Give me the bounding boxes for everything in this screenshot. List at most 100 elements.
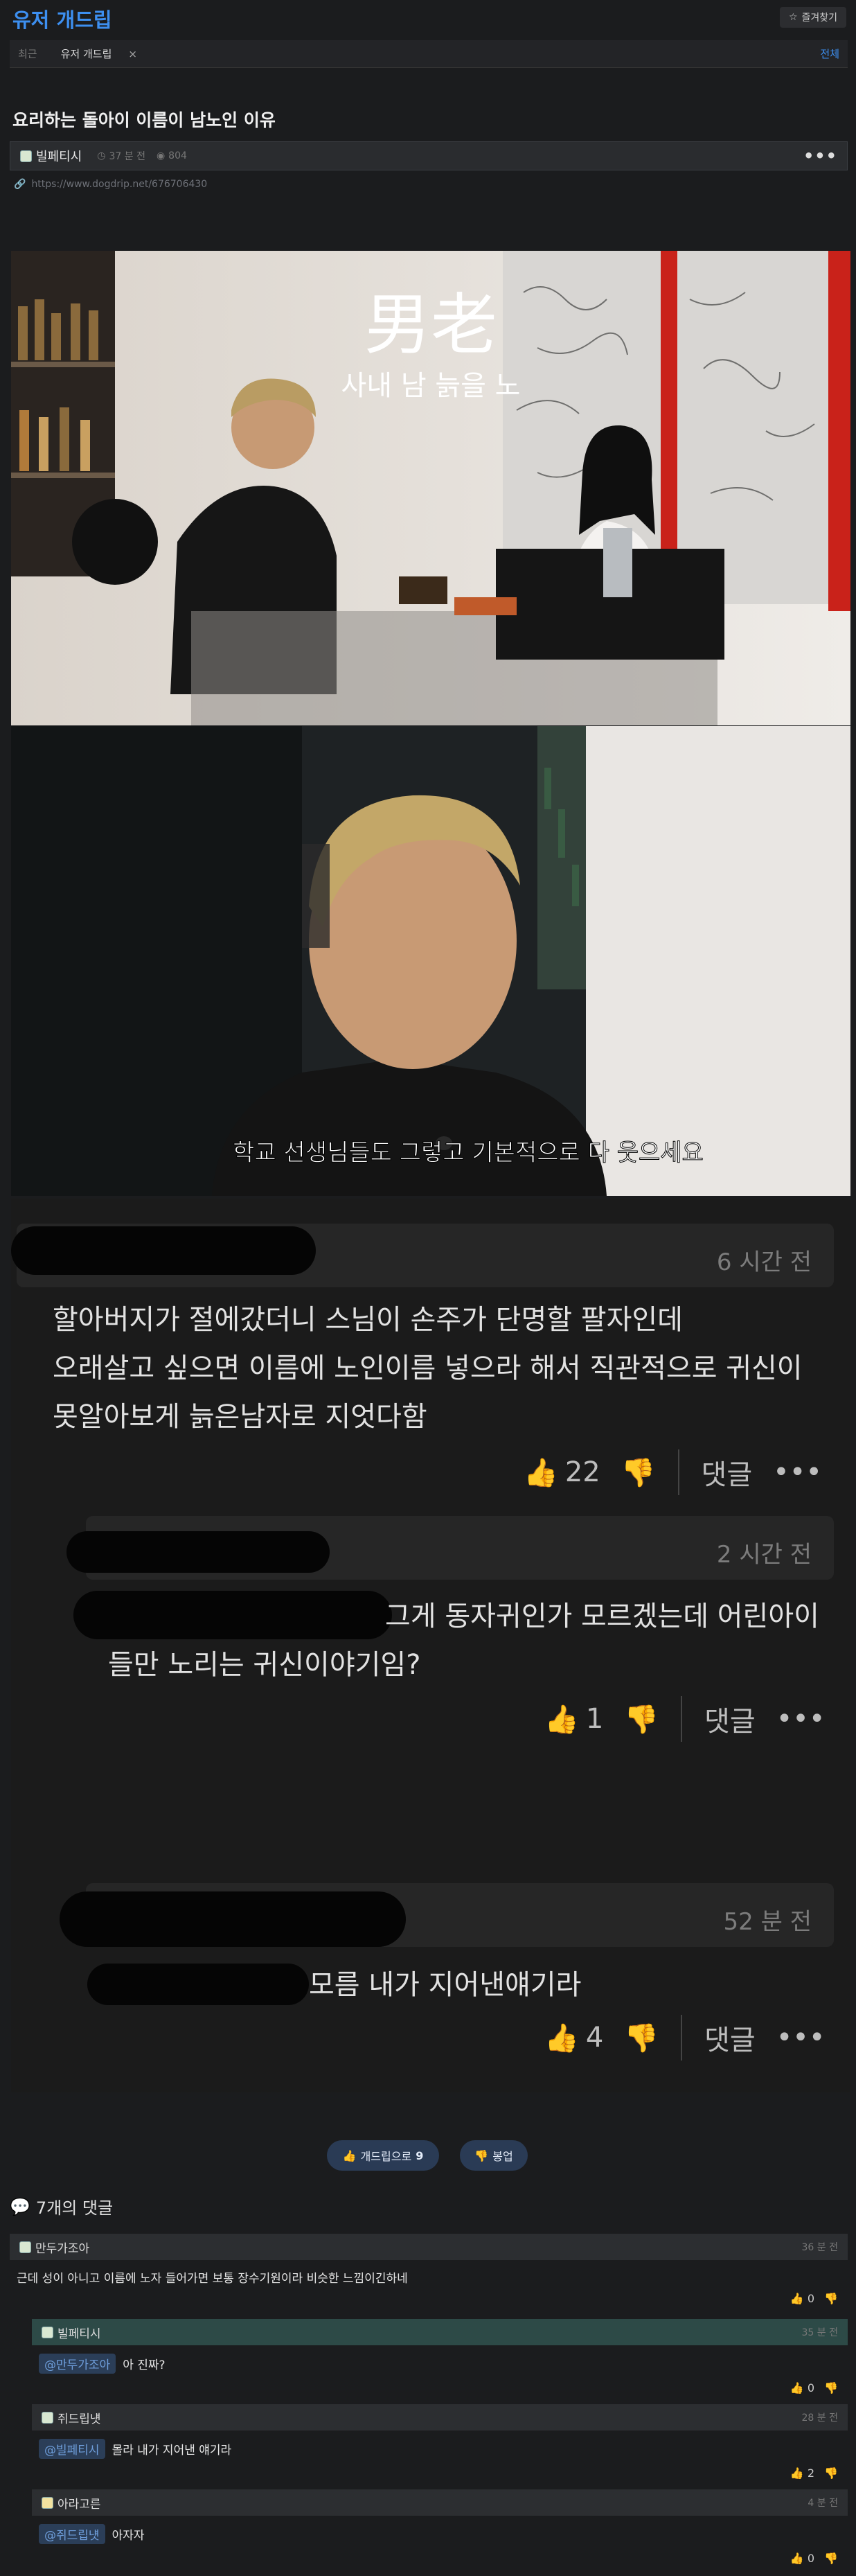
post-link[interactable]: 🔗 https://www.dogdrip.net/676706430 — [14, 179, 207, 190]
more-icon: ••• — [776, 2022, 826, 2054]
like-count: 0 — [807, 2552, 815, 2565]
report-label: 봉업 — [492, 2150, 513, 2163]
more-icon: ••• — [776, 1703, 826, 1735]
comments-header: 💬 7개의 댓글 — [10, 2194, 113, 2218]
comment-reply: 아라고른 4 분 전 @쥐드립냿 아자자 👍 0 👎 — [32, 2489, 848, 2565]
thumbs-up-icon[interactable]: 👍 2 — [790, 2467, 814, 2480]
thumbs-down-icon[interactable]: 👎 — [824, 2552, 838, 2565]
redaction-scribble — [11, 1226, 316, 1275]
level-icon — [42, 2326, 53, 2338]
comment-author[interactable]: 쥐드립냿 — [57, 2409, 101, 2426]
clock-icon: ◷ — [97, 150, 106, 161]
comments-count: 7개의 댓글 — [35, 2198, 114, 2218]
dogdrip-vote-button[interactable]: 👍 개드립으로 9 — [327, 2140, 439, 2171]
comment-mention[interactable]: @빌페티시 — [39, 2439, 105, 2459]
thumbs-down-icon: 👎 — [624, 1703, 659, 1736]
comment-text: 아자자 — [112, 2529, 145, 2543]
redaction-scribble — [73, 1591, 392, 1639]
redaction-scribble — [60, 1891, 406, 1947]
shot-comment-text: 모름 내가 지어낸얘기라 — [309, 1961, 581, 2009]
comment-vote: 👍 0 👎 — [790, 2292, 838, 2305]
post-meta-bar: 빌페티시 ◷ 37 분 전 ◉ 804 ••• — [10, 141, 848, 170]
thumbs-down-icon[interactable]: 👎 — [824, 2381, 838, 2394]
link-icon: 🔗 — [14, 179, 26, 190]
shot-comment-actions: 👍 1 👎 댓글 ••• — [544, 1696, 825, 1742]
comment-body: @빌페티시 몰라 내가 지어낸 얘기라 — [32, 2431, 848, 2467]
redaction-scribble — [87, 1964, 309, 2005]
shot-comment-line: 못알아보게 늙은남자로 지엇다함 — [53, 1401, 427, 1433]
speech-bubble-icon: 💬 — [10, 2196, 30, 2216]
like-count: 1 — [585, 1703, 604, 1735]
reply-label: 댓글 — [704, 1706, 756, 1738]
recent-bar: 최근 유저 개드립 × 전체 — [10, 40, 848, 68]
like-count: 2 — [807, 2467, 815, 2480]
hanja-caption: 사내 남 늙을 노 — [341, 370, 521, 402]
recent-all-link[interactable]: 전체 — [820, 46, 839, 61]
hanja-text: 男老 — [364, 286, 497, 364]
post-author[interactable]: 빌페티시 — [20, 147, 82, 165]
thumbs-down-icon[interactable]: 👎 — [824, 2292, 838, 2305]
comment-text: 근데 성이 아니고 이름에 노자 들어가면 보통 장수기원이라 비슷한 느낌이긴… — [17, 2272, 408, 2286]
comment-author[interactable]: 아라고른 — [57, 2494, 101, 2512]
like-count: 0 — [807, 2381, 815, 2394]
like-count: 22 — [564, 1456, 600, 1488]
shot-comment-text: 할아버지가 절에갔더니 스님이 손주가 단명할 팔자인데 오래살고 싶으면 이름… — [53, 1296, 803, 1441]
post-views-count: 804 — [168, 150, 187, 161]
dogdrip-label: 개드립으로 — [360, 2150, 412, 2163]
level-icon — [42, 2411, 53, 2424]
shot-comment-actions: 👍 4 👎 댓글 ••• — [544, 2015, 825, 2061]
comment-body: 근데 성이 아니고 이름에 노자 들어가면 보통 장수기원이라 비슷한 느낌이긴… — [10, 2260, 848, 2294]
thumbs-up-icon: 👍 — [342, 2149, 357, 2162]
level-icon — [42, 2496, 53, 2509]
closeup-scene: 학교 선생님들도 그렇고 기본적으로 다 웃으세요 — [11, 726, 850, 1196]
bookmark-button[interactable]: ☆ 즐겨찾기 — [780, 7, 846, 28]
recent-chip[interactable]: 유저 개드립 — [61, 46, 112, 61]
star-icon: ☆ — [788, 12, 798, 23]
comment-time: 28 분 전 — [801, 2412, 838, 2424]
comment-author[interactable]: 만두가조아 — [35, 2239, 89, 2256]
shot-comment-time: 6 시간 전 — [716, 1249, 812, 1276]
comment-header: 만두가조아 36 분 전 — [10, 2234, 848, 2260]
comment-header: 쥐드립냿 28 분 전 — [32, 2404, 848, 2431]
like-count: 0 — [807, 2292, 815, 2305]
thumbs-up-icon[interactable]: 👍 0 — [790, 2381, 814, 2394]
comment-mention[interactable]: @쥐드립냿 — [39, 2524, 105, 2544]
dogdrip-count: 9 — [416, 2149, 424, 2162]
thumbs-down-icon: 👎 — [621, 1456, 656, 1489]
post-image-2: 학교 선생님들도 그렇고 기본적으로 다 웃으세요 — [11, 726, 850, 1196]
comment-mention[interactable]: @만두가조아 — [39, 2354, 116, 2374]
close-icon[interactable]: × — [128, 48, 137, 60]
comment-author[interactable]: 빌페티시 — [57, 2324, 101, 2341]
comment-text: 아 진짜? — [123, 2358, 166, 2372]
comment-text: 몰라 내가 지어낸 얘기라 — [112, 2444, 232, 2458]
thumbs-up-icon[interactable]: 👍 0 — [790, 2292, 814, 2305]
thumbs-up-icon: 👍 — [544, 2022, 579, 2054]
shot-comment-line: 들만 노리는 귀신이야기임? — [108, 1649, 421, 1681]
post-time-text: 37 분 전 — [109, 151, 145, 162]
post-image-1: 男老 사내 남 늙을 노 — [11, 251, 850, 725]
thumbs-up-icon: 👍 — [544, 1703, 579, 1736]
comment-time: 36 분 전 — [801, 2242, 838, 2253]
shot-comment-time: 2 시간 전 — [716, 1541, 812, 1569]
post-time: ◷ 37 분 전 — [97, 149, 145, 163]
shot-comment-text: 들만 노리는 귀신이야기임? — [108, 1641, 420, 1689]
redaction-scribble — [66, 1531, 330, 1573]
comment-vote: 👍 2 👎 — [790, 2467, 838, 2480]
report-button[interactable]: 👎 봉업 — [460, 2140, 528, 2171]
comment-time: 4 분 전 — [808, 2498, 838, 2509]
comment-vote: 👍 0 👎 — [790, 2381, 838, 2394]
board-title[interactable]: 유저 개드립 — [12, 4, 112, 33]
post-link-text: https://www.dogdrip.net/676706430 — [31, 179, 208, 190]
thumbs-down-icon: 👎 — [474, 2149, 489, 2162]
level-icon — [20, 150, 32, 162]
more-options-icon[interactable]: ••• — [803, 146, 837, 166]
thumbs-up-icon: 👍 — [524, 1456, 558, 1489]
thumbs-down-icon[interactable]: 👎 — [824, 2467, 838, 2480]
shot-comment-line: 그게 동자귀인가 모르겠는데 어린아이 — [385, 1600, 819, 1632]
eye-icon: ◉ — [156, 150, 166, 161]
video-subtitle: 학교 선생님들도 그렇고 기본적으로 다 웃으세요 — [233, 1139, 704, 1167]
comment-body: @만두가조아 아 진짜? — [32, 2345, 848, 2382]
thumbs-down-icon: 👎 — [624, 2022, 659, 2054]
comment-header: 아라고른 4 분 전 — [32, 2489, 848, 2516]
thumbs-up-icon[interactable]: 👍 0 — [790, 2552, 814, 2565]
